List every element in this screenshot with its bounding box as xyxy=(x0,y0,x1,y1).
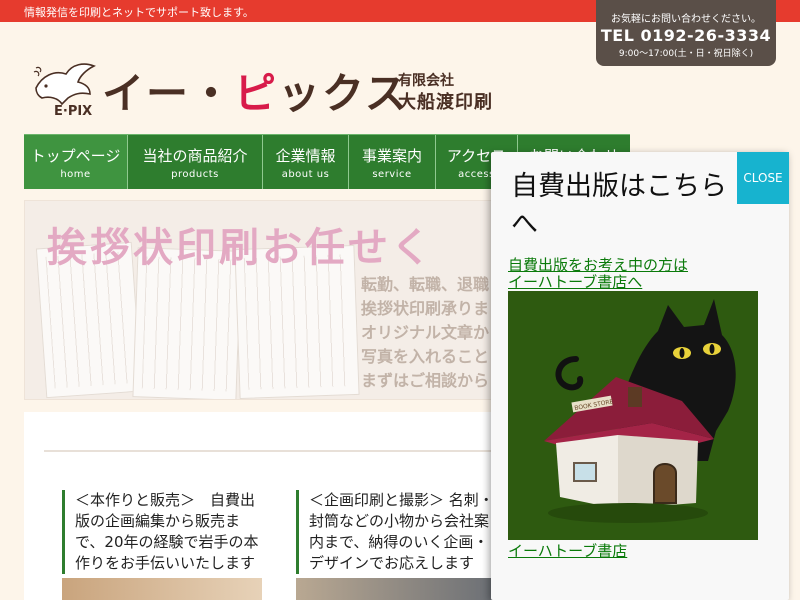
popup-dialog: 自費出版はこちらへ CLOSE 自費出版をお考え中の方は イーハトーブ書店へ B… xyxy=(491,152,789,600)
nav-label: 当社の商品紹介 xyxy=(142,147,248,165)
brand-name: イー・ピックス xyxy=(102,60,409,121)
nav-about[interactable]: 企業情報 about us xyxy=(263,135,349,189)
hero-headline: 挨拶状印刷お任せく xyxy=(47,225,434,271)
feature-books: ＜本作りと販売＞ 自費出版の企画編集から販売まで、20年の経験で岩手の本作りをお… xyxy=(62,490,262,574)
nav-label: トップページ xyxy=(30,147,121,165)
nav-service[interactable]: 事業案内 service xyxy=(349,135,436,189)
contact-lead: お気軽にお問い合わせください。 xyxy=(611,14,761,25)
nav-label: 企業情報 xyxy=(275,147,336,165)
nav-sublabel: home xyxy=(60,169,91,180)
popup-title: 自費出版はこちらへ xyxy=(511,171,727,240)
nav-sublabel: products xyxy=(171,169,219,180)
hero-line: 挨拶状印刷承りま xyxy=(361,299,490,318)
hero-line: まずはご相談から xyxy=(361,371,490,390)
bookstore-link-line-2: イーハトーブ書店へ xyxy=(508,273,643,291)
brand-name-part-1: イー・ xyxy=(102,69,235,118)
bookstore-caption-link[interactable]: イーハトーブ書店 xyxy=(508,540,627,561)
bookstore-link-line-1: 自費出版をお考え中の方は xyxy=(508,256,689,274)
contact-phone[interactable]: TEL 0192-26-3334 xyxy=(596,26,776,45)
contact-box: お気軽にお問い合わせください。 TEL 0192-26-3334 9:00～17… xyxy=(596,0,776,66)
company-type: 有限会社 xyxy=(398,73,454,89)
brand-name-part-3: ックス xyxy=(278,69,409,118)
hero-line: 写真を入れること xyxy=(361,347,490,366)
hero-line: オリジナル文章か xyxy=(361,323,490,342)
feature-printing-image[interactable] xyxy=(296,578,496,600)
close-button[interactable]: CLOSE xyxy=(737,152,789,204)
cat-on-house-illustration: BOOK STORE xyxy=(508,291,758,540)
bookstore-image[interactable]: BOOK STORE xyxy=(508,291,758,540)
nav-sublabel: about us xyxy=(281,169,330,180)
feature-books-image[interactable] xyxy=(62,578,262,600)
site-tagline: 情報発信を印刷とネットでサポート致します。 xyxy=(24,6,254,19)
divider xyxy=(44,450,504,452)
bookstore-link[interactable]: 自費出版をお考え中の方は イーハトーブ書店へ xyxy=(508,257,688,291)
contact-hours: 9:00～17:00(土・日・祝日除く) xyxy=(618,49,754,59)
nav-home[interactable]: トップページ home xyxy=(24,135,128,189)
dove-logo-icon: E·PIX xyxy=(33,63,96,118)
site-logo[interactable]: E·PIX イー・ピックス 有限会社 大船渡印刷 xyxy=(28,58,498,122)
hero-text: 転勤、転職、退職 挨拶状印刷承りま オリジナル文章か 写真を入れること まずはご… xyxy=(361,273,489,393)
brand-name-part-2: ピ xyxy=(234,69,279,118)
feature-printing: ＜企画印刷と撮影＞ 名刺・封筒などの小物から会社案内まで、納得のいく企画・デザイ… xyxy=(296,490,496,574)
hero-line: 転勤、転職、退職 xyxy=(361,275,490,294)
company-name: 大船渡印刷 xyxy=(398,92,493,113)
nav-label: 事業案内 xyxy=(361,147,422,165)
nav-products[interactable]: 当社の商品紹介 products xyxy=(128,135,263,189)
logo-mark-text: E·PIX xyxy=(54,104,92,118)
nav-sublabel: service xyxy=(372,169,412,180)
